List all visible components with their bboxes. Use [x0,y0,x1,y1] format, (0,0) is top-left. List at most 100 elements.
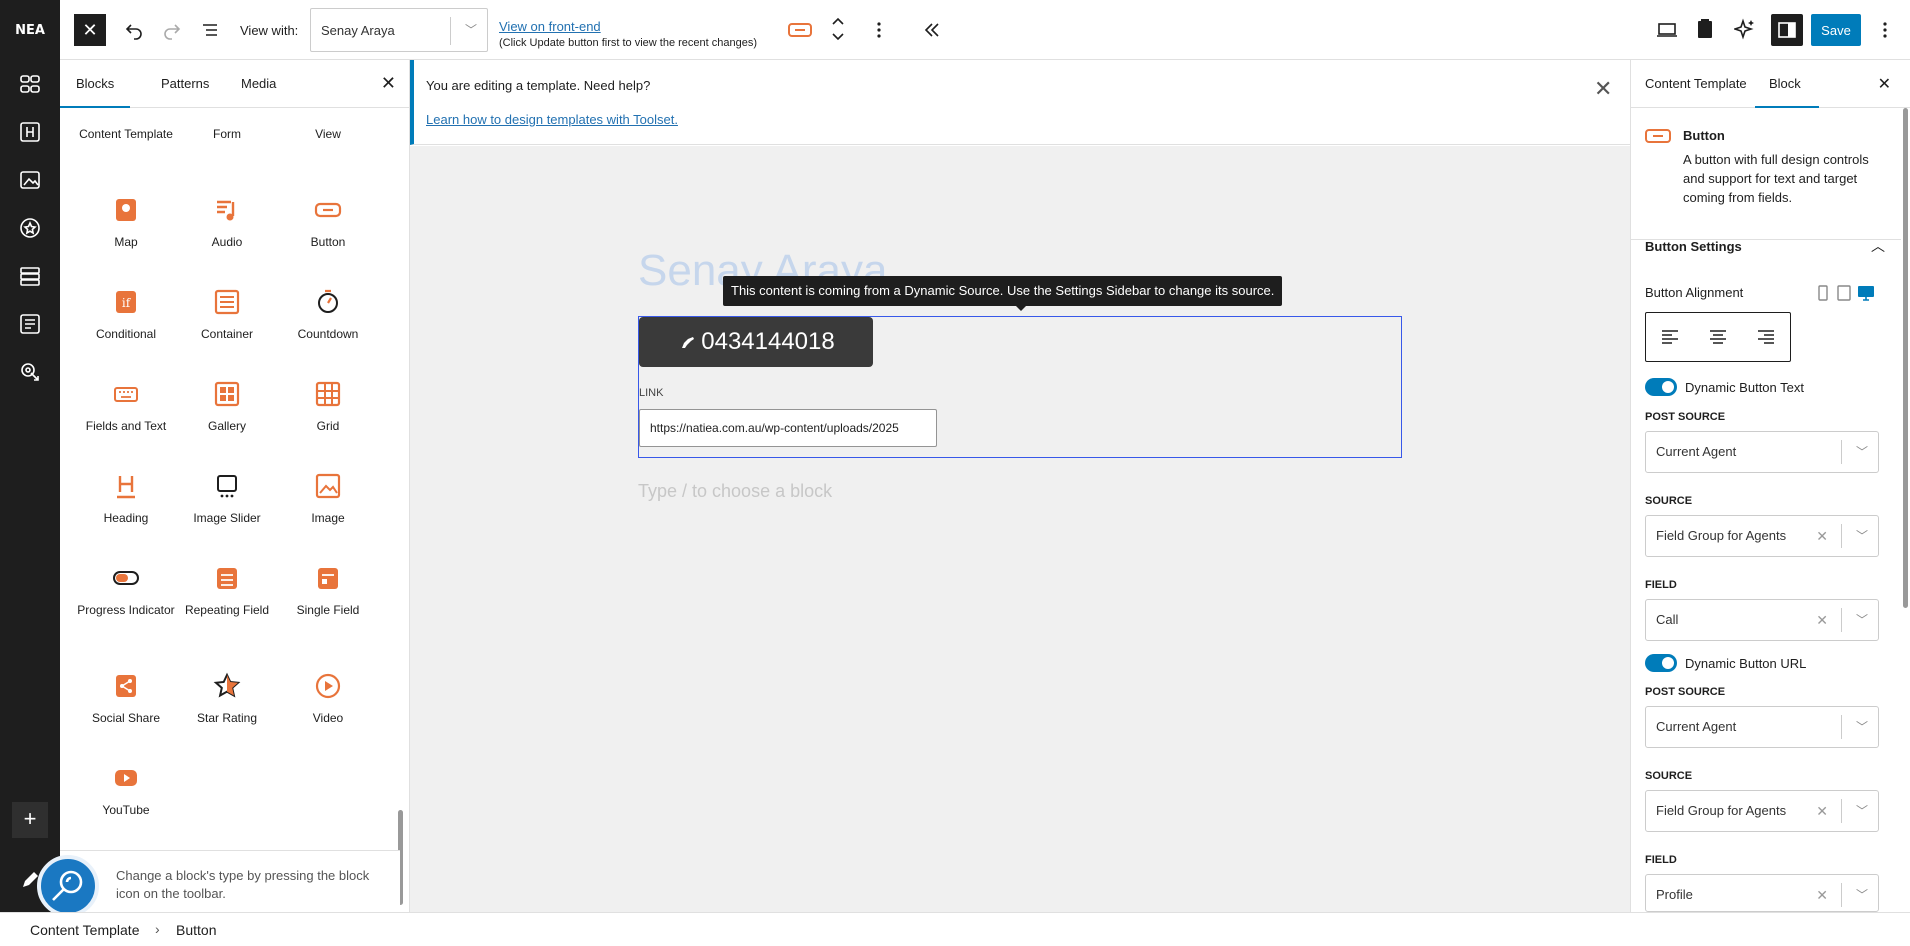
tablet-device-icon[interactable] [1837,285,1851,301]
settings-sidebar: Content Template Block ✕ Button A button… [1630,60,1910,912]
save-button[interactable]: Save [1811,14,1861,46]
block-item-social-share[interactable]: Social Share [76,672,176,726]
post-source-select[interactable]: Current Agent ﹀ [1645,706,1879,748]
clear-icon[interactable]: ✕ [1816,516,1828,556]
block-item-single-field[interactable]: Single Field [278,564,378,618]
block-item-fields-and-text[interactable]: Fields and Text [76,380,176,434]
server-icon[interactable] [18,264,42,288]
toggle-switch[interactable] [1645,378,1677,396]
block-item-content-template[interactable]: Content Template [76,126,176,142]
block-label: Image Slider [193,511,261,525]
block-item-youtube[interactable]: YouTube [76,764,176,818]
close-sidebar-icon[interactable]: ✕ [1878,74,1891,94]
button-block-icon[interactable] [788,20,812,40]
heading-nav-icon[interactable] [18,120,42,144]
redo-icon[interactable] [162,20,182,40]
clear-icon[interactable]: ✕ [1816,791,1828,831]
document-overview-icon[interactable] [200,20,220,40]
block-item-gallery[interactable]: Gallery [177,380,277,434]
settings-toggle-button[interactable] [1771,14,1803,46]
selected-button-block[interactable]: 0434144018 LINK https://natiea.com.au/wp… [638,316,1402,458]
block-item-button[interactable]: Button [278,196,378,250]
more-options-icon[interactable] [874,20,884,40]
mobile-device-icon[interactable] [1817,285,1829,301]
play-icon [315,673,341,699]
block-card-description: A button with full design controls and s… [1683,152,1869,205]
template-notice: You are editing a template. Need help? L… [410,60,1630,145]
tab-content-template[interactable]: Content Template [1631,60,1761,108]
view-on-frontend-link[interactable]: View on front-end [499,19,601,34]
tab-blocks[interactable]: Blocks [60,60,131,108]
close-editor-button[interactable]: ✕ [74,14,106,46]
block-item-image[interactable]: Image [278,472,378,526]
post-source-select[interactable]: Current Agent ﹀ [1645,431,1879,473]
breadcrumb-content-template[interactable]: Content Template [30,922,139,938]
block-item-map[interactable]: Map [76,196,176,250]
inserter-tabs: Blocks Patterns Media ✕ [60,60,410,108]
block-item-repeating-field[interactable]: Repeating Field [177,564,277,618]
chevron-up-icon[interactable]: ︿ [1871,236,1885,256]
clear-icon[interactable]: ✕ [1816,600,1828,640]
add-block-button[interactable]: + [12,802,48,838]
breadcrumb-button[interactable]: Button [176,922,216,938]
block-item-audio[interactable]: Audio [177,196,277,250]
field-select[interactable]: Profile ✕ ﹀ [1645,874,1879,912]
tab-patterns[interactable]: Patterns [145,60,225,108]
undo-icon[interactable] [124,20,144,40]
media-icon[interactable] [18,168,42,192]
block-item-container[interactable]: Container [177,288,277,342]
block-item-countdown[interactable]: Countdown [278,288,378,342]
dashboard-icon[interactable] [18,72,42,96]
phone-button[interactable]: 0434144018 [639,317,873,367]
block-item-heading[interactable]: Heading [76,472,176,526]
align-center-button[interactable] [1694,313,1742,361]
block-item-grid[interactable]: Grid [278,380,378,434]
block-item-form[interactable]: Form [177,126,277,142]
desktop-device-icon[interactable] [1857,284,1875,302]
inserter-scrollbar[interactable] [396,116,404,906]
options-menu-icon[interactable] [1880,20,1890,40]
block-item-star-rating[interactable]: Star Rating [177,672,277,726]
source-select[interactable]: Field Group for Agents ✕ ﹀ [1645,790,1879,832]
desktop-preview-icon[interactable] [1656,20,1678,40]
phone-icon [682,337,695,348]
magnifier-icon [52,870,83,901]
select-separator [1841,524,1842,548]
cursor-target-icon[interactable] [18,360,42,384]
link-url-input[interactable]: https://natiea.com.au/wp-content/uploads… [639,409,937,447]
image-slider-icon [217,475,237,498]
list-doc-icon[interactable] [18,312,42,336]
align-left-button[interactable] [1646,313,1694,361]
sidebar-scroll-thumb[interactable] [1903,108,1908,608]
tab-block[interactable]: Block [1755,60,1819,108]
toggle-switch[interactable] [1645,654,1677,672]
align-right-button[interactable] [1742,313,1790,361]
block-item-video[interactable]: Video [278,672,378,726]
tab-media[interactable]: Media [225,60,292,108]
block-label: Audio [211,235,243,249]
collapse-toolbar-icon[interactable] [922,20,942,40]
single-field-icon [318,568,338,589]
block-item-progress-indicator[interactable]: Progress Indicator [76,564,176,618]
progress-toggle-icon [113,571,139,585]
dynamic-button-text-toggle[interactable]: Dynamic Button Text [1645,378,1804,396]
clear-icon[interactable]: ✕ [1816,875,1828,915]
dynamic-button-url-toggle[interactable]: Dynamic Button URL [1645,654,1806,672]
block-item-conditional[interactable]: if Conditional [76,288,176,342]
site-logo[interactable]: NEA [10,18,50,44]
notice-help-link[interactable]: Learn how to design templates with Tools… [426,112,678,127]
block-item-image-slider[interactable]: Image Slider [177,472,277,526]
clipboard-icon[interactable] [1696,18,1714,40]
close-inserter-icon[interactable]: ✕ [381,74,396,92]
zoom-assistant-button[interactable] [37,855,99,917]
block-item-view[interactable]: View [278,126,378,142]
move-up-down-icon[interactable] [828,14,848,44]
source-select[interactable]: Field Group for Agents ✕ ﹀ [1645,515,1879,557]
view-with-select[interactable]: Senay Araya ﹀ [310,8,488,52]
notice-close-icon[interactable]: ✕ [1594,78,1612,100]
field-select[interactable]: Call ✕ ﹀ [1645,599,1879,641]
button-settings-panel-title[interactable]: Button Settings [1645,239,1742,254]
ai-sparkle-icon[interactable] [1734,18,1756,40]
badge-icon[interactable] [18,216,42,240]
block-appender-placeholder[interactable]: Type / to choose a block [638,481,832,502]
